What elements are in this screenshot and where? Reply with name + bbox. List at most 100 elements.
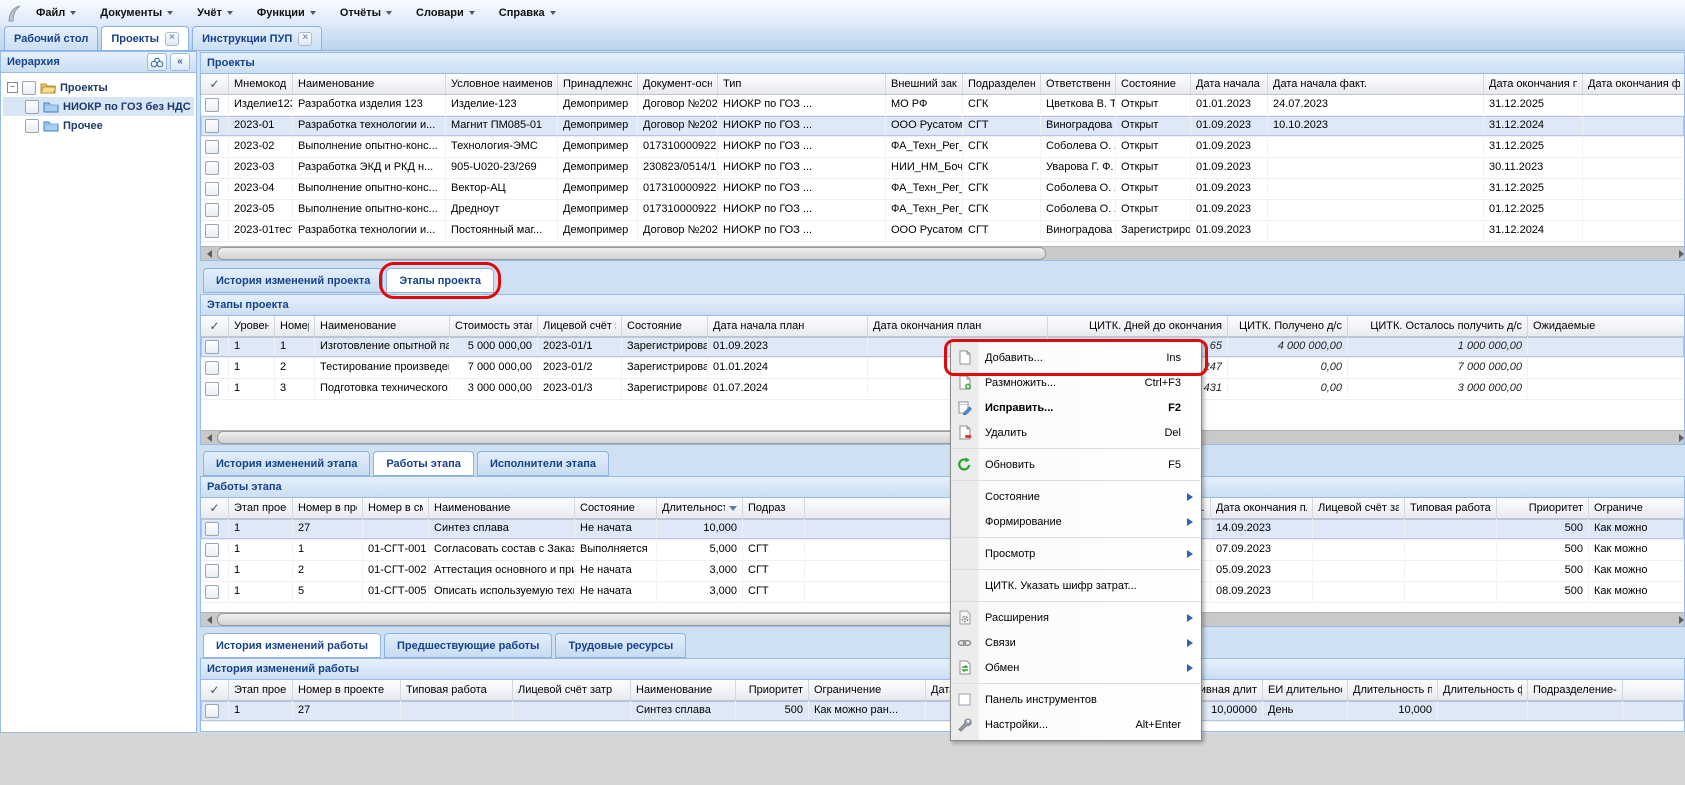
column-header[interactable]: Наименование [631,680,736,700]
table-cell[interactable]: СГК [963,95,1041,114]
row-checkbox[interactable] [205,224,219,238]
table-cell[interactable]: Виноградова А... [1041,221,1116,240]
table-row[interactable]: Изделие123Разработка изделия 123Изделие-… [201,95,1684,116]
table-cell[interactable] [1268,200,1484,219]
tree-item[interactable]: −Проекты [3,78,194,97]
table-cell[interactable]: Виноградова А... [1041,116,1116,135]
table-cell[interactable]: 500 [1497,561,1589,580]
table-cell[interactable] [1583,221,1684,240]
table-row[interactable]: 1501-СГТ-005Описать используемую техноло… [201,582,1684,603]
row-checkbox[interactable] [205,704,219,718]
row-checkbox-cell[interactable] [201,158,229,177]
row-checkbox[interactable] [205,564,219,578]
table-row[interactable]: 2023-04Выполнение опытно-конс...Вектор-А… [201,179,1684,200]
column-header[interactable] [1623,680,1684,700]
table-cell[interactable]: 31.12.2024 [1484,221,1583,240]
table-row[interactable]: 127Синтез сплаваНе начата10,00014.09.202… [201,519,1684,540]
table-cell[interactable]: 5,000 [657,540,743,559]
table-cell[interactable]: 31.12.2025 [1484,95,1583,114]
table-cell[interactable]: 30.11.2023 [1484,158,1583,177]
table-cell[interactable]: 5 000 000,00 [450,337,538,356]
row-checkbox-cell[interactable] [201,561,229,580]
table-cell[interactable]: 01.07.2024 [708,379,868,398]
tree-checkbox[interactable] [25,100,39,114]
column-header[interactable]: Условное наименова [446,74,558,94]
table-cell[interactable]: 1 [229,582,293,601]
table-cell[interactable] [1583,179,1684,198]
table-cell[interactable] [1313,540,1405,559]
row-checkbox[interactable] [205,522,219,536]
table-cell[interactable]: НИОКР по ГОЗ ... [718,137,886,156]
table-cell[interactable]: Разработка ЭКД и РКД н... [293,158,446,177]
table-cell[interactable]: Открыт [1116,116,1191,135]
row-checkbox[interactable] [205,140,219,154]
column-header[interactable]: Этап проекта [229,680,293,700]
section-tab[interactable]: Трудовые ресурсы [555,633,686,658]
table-cell[interactable] [1583,95,1684,114]
table-cell[interactable]: 01-СГТ-002 [363,561,429,580]
table-cell[interactable]: 3,000 [657,582,743,601]
column-header[interactable]: Наименование [429,498,575,518]
row-checkbox[interactable] [205,203,219,217]
column-header[interactable]: Принадлежность [558,74,638,94]
column-header[interactable]: Дата окончания пл [1484,74,1583,94]
table-row[interactable]: 12Тестирование произведенной опыт...7 00… [201,358,1684,379]
table-cell[interactable]: НИОКР по ГОЗ ... [718,95,886,114]
table-cell[interactable]: Как можно [1589,540,1684,559]
column-header[interactable]: Наименование [315,316,450,336]
scroll-right-icon[interactable] [1668,431,1684,444]
table-cell[interactable]: Разработка изделия 123 [293,95,446,114]
table-cell[interactable]: Демопример [558,200,638,219]
table-cell[interactable]: Зарегистрирован [1116,221,1191,240]
table-cell[interactable]: 2023-04 [229,179,293,198]
table-cell[interactable]: 01.09.2023 [1191,179,1268,198]
table-cell[interactable]: СГТ [743,561,805,580]
row-checkbox[interactable] [205,361,219,375]
table-cell[interactable]: 7 000 000,00 [450,358,538,377]
column-header[interactable]: Ответственный [1041,74,1116,94]
section-tab[interactable]: Предшествующие работы [384,633,552,658]
menu-item[interactable]: Исправить...F2 [951,395,1201,420]
table-cell[interactable]: 1 000 000,00 [1348,337,1528,356]
search-binoculars-button[interactable] [147,53,167,71]
menu-item[interactable]: Размножить...Ctrl+F3 [951,370,1201,395]
scroll-thumb[interactable] [217,247,1046,260]
column-header[interactable]: Дата начала план [708,316,868,336]
horizontal-scrollbar[interactable] [201,430,1684,444]
column-header[interactable]: Состояние [1116,74,1191,94]
table-cell[interactable] [743,519,805,538]
table-cell[interactable]: Демопример [558,179,638,198]
column-header[interactable]: Лицевой счёт затр [1313,498,1405,518]
column-header[interactable]: Лицевой счёт затр [513,680,631,700]
row-checkbox-cell[interactable] [201,582,229,601]
column-header[interactable]: Наименование [293,74,446,94]
table-cell[interactable]: Не начата [575,582,657,601]
row-checkbox-cell[interactable] [201,179,229,198]
menu-item[interactable]: Расширения [951,605,1201,630]
table-cell[interactable]: 01-СГТ-005 [363,582,429,601]
table-row[interactable]: 2023-01тестРазработка технологии и...Пос… [201,221,1684,242]
table-cell[interactable] [1583,200,1684,219]
table-cell[interactable]: СГТ [963,221,1041,240]
scroll-left-icon[interactable] [201,431,217,444]
menu-item[interactable]: ОбновитьF5 [951,452,1201,477]
table-cell[interactable]: Соболева О. А. [1041,179,1116,198]
table-cell[interactable]: Тестирование произведенной опыт... [315,358,450,377]
row-checkbox[interactable] [205,340,219,354]
column-header[interactable]: Состояние [622,316,708,336]
menu-item[interactable]: Формирование [951,509,1201,534]
menu-item[interactable]: Связи [951,630,1201,655]
column-header[interactable]: Номер [275,316,315,336]
table-cell[interactable] [1438,701,1528,720]
table-row[interactable]: 1201-СГТ-002Аттестация основного и приме… [201,561,1684,582]
table-cell[interactable]: 1 [275,337,315,356]
table-cell[interactable]: Зарегистрирован [622,337,708,356]
column-header[interactable]: Подразделение-от [963,74,1041,94]
table-cell[interactable]: Соболева О. А. [1041,137,1116,156]
table-cell[interactable]: Уварова Г. Ф. [1041,158,1116,177]
table-cell[interactable]: 1 [229,540,293,559]
column-header[interactable]: Дата окончания план [868,316,1048,336]
column-header[interactable]: ЦИТК. Получено д/с [1228,316,1348,336]
column-header[interactable]: Номер в проекте [293,680,401,700]
table-cell[interactable]: Открыт [1116,95,1191,114]
